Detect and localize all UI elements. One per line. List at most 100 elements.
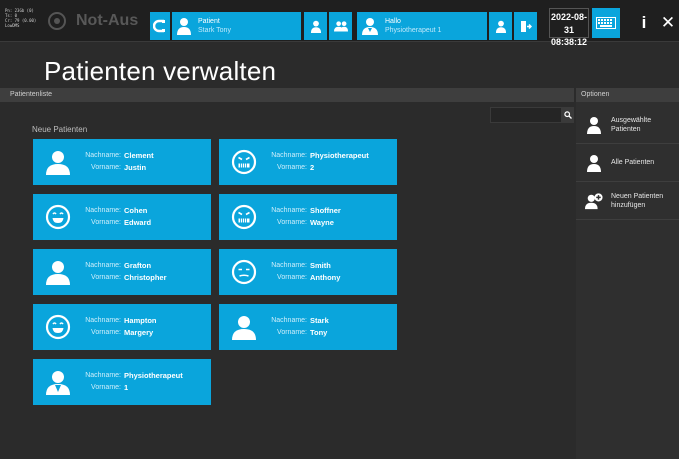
smile-face-icon (45, 204, 71, 230)
person-icon (495, 20, 506, 33)
patient-card[interactable]: Nachname: Smith Vorname: Anthony (219, 249, 397, 295)
lastname-label: Nachname: (271, 317, 307, 324)
firstname-label: Vorname: (91, 219, 121, 226)
patient-firstname: Anthony (310, 273, 341, 282)
person-icon (587, 154, 601, 172)
lastname-label: Nachname: (85, 372, 121, 379)
person-icon (231, 314, 257, 340)
firstname-label: Vorname: (91, 384, 121, 391)
patient-card[interactable]: Nachname: Hampton Vorname: Margery (33, 304, 211, 350)
angry-face-icon (231, 204, 257, 230)
patient-lastname: Shoffner (310, 206, 341, 215)
patient-lastname: Smith (310, 261, 331, 270)
not-aus-indicator: Not-Aus (48, 11, 138, 31)
user-profile-button[interactable] (489, 12, 512, 40)
patient-list-header: Patientenliste (0, 88, 574, 102)
option-selected-patients[interactable]: Ausgewählte Patienten (576, 106, 679, 144)
patient-lastname: Stark (310, 316, 329, 325)
patient-firstname: Edward (124, 218, 152, 227)
firstname-label: Vorname: (277, 219, 307, 226)
datetime-display: 2022-08-31 08:38:12 (549, 8, 589, 47)
greeting-title: Hallo (385, 18, 401, 25)
patient-name: Stark Tony (198, 27, 231, 34)
system-info: Pn: 23Gb (0) Ts: 0 Cr: 79 (0.00) LowDMS (5, 8, 36, 28)
smile-face-icon (45, 314, 71, 340)
angry-face-icon (231, 149, 257, 175)
lastname-label: Nachname: (271, 262, 307, 269)
options-header: Optionen (576, 88, 679, 102)
patient-title: Patient (198, 18, 220, 25)
logout-icon (520, 20, 532, 32)
patient-firstname: Tony (310, 328, 328, 337)
person-icon (310, 20, 321, 33)
patient-lastname: Grafton (124, 261, 152, 270)
option-label: Alle Patienten (611, 159, 655, 166)
option-add-patient[interactable]: Neuen Patienten hinzufügen (576, 182, 679, 220)
firstname-label: Vorname: (91, 329, 121, 336)
search-icon (564, 111, 572, 119)
keyboard-button[interactable] (592, 8, 620, 38)
search-input[interactable] (490, 107, 562, 123)
not-aus-label: Not-Aus (76, 12, 139, 29)
search-button[interactable] (562, 107, 574, 123)
lastname-label: Nachname: (85, 262, 121, 269)
option-all-patients[interactable]: Alle Patienten (576, 144, 679, 182)
firstname-label: Vorname: (277, 164, 307, 171)
patient-card[interactable]: Nachname: Shoffner Vorname: Wayne (219, 194, 397, 240)
person-icon (587, 116, 601, 134)
time-label: 08:38:12 (550, 37, 588, 47)
firstname-label: Vorname: (277, 274, 307, 281)
patient-firstname: Margery (124, 328, 154, 337)
person-icon (45, 149, 71, 175)
patient-list-button[interactable] (329, 12, 352, 40)
patient-card[interactable]: Nachname: Physiotherapeut Vorname: 2 (219, 139, 397, 185)
current-patient-tile[interactable]: Patient Stark Tony (172, 12, 301, 40)
patient-firstname: 1 (124, 383, 129, 392)
close-button[interactable]: ✕ (658, 8, 678, 38)
system-info-line: LowDMS (5, 23, 20, 28)
user-greeting-tile[interactable]: Hallo Physiotherapeut 1 (357, 12, 487, 40)
patient-lastname: Physiotherapeut (124, 371, 183, 380)
person-icon (177, 18, 191, 35)
lastname-label: Nachname: (85, 152, 121, 159)
person-icon (45, 259, 71, 285)
magnet-button[interactable] (150, 12, 170, 40)
group-icon (333, 21, 348, 32)
page-title: Patienten verwalten (44, 56, 277, 86)
doctor-icon (45, 369, 71, 395)
option-label: Ausgewählte Patienten (611, 116, 652, 133)
magnet-icon (153, 19, 165, 33)
info-button[interactable]: i (636, 8, 652, 38)
firstname-label: Vorname: (277, 329, 307, 336)
keyboard-icon (596, 17, 616, 29)
patient-card[interactable]: Nachname: Clement Vorname: Justin (33, 139, 211, 185)
patient-firstname: Christopher (124, 273, 167, 282)
lastname-label: Nachname: (85, 317, 121, 324)
patient-lastname: Cohen (124, 206, 148, 215)
add-patient-icon (585, 192, 603, 209)
lastname-label: Nachname: (271, 207, 307, 214)
patient-profile-button[interactable] (304, 12, 327, 40)
patient-lastname: Hampton (124, 316, 157, 325)
doctor-icon (362, 18, 378, 35)
neutral-face-icon (231, 259, 257, 285)
firstname-label: Vorname: (91, 274, 121, 281)
logout-button[interactable] (514, 12, 537, 40)
top-bar: Pn: 23Gb (0) Ts: 0 Cr: 79 (0.00) LowDMS … (0, 0, 679, 47)
patient-firstname: Justin (124, 163, 147, 172)
options-panel: Ausgewählte Patienten Alle Patienten Neu… (576, 102, 679, 459)
firstname-label: Vorname: (91, 164, 121, 171)
patient-card[interactable]: Nachname: Physiotherapeut Vorname: 1 (33, 359, 211, 405)
patient-card[interactable]: Nachname: Stark Vorname: Tony (219, 304, 397, 350)
user-name: Physiotherapeut 1 (385, 27, 442, 34)
patient-card[interactable]: Nachname: Cohen Vorname: Edward (33, 194, 211, 240)
lastname-label: Nachname: (85, 207, 121, 214)
patient-lastname: Clement (124, 151, 154, 160)
patient-lastname: Physiotherapeut (310, 151, 369, 160)
option-label: Neuen Patienten hinzufügen (611, 192, 664, 209)
patient-card[interactable]: Nachname: Grafton Vorname: Christopher (33, 249, 211, 295)
patient-firstname: 2 (310, 163, 315, 172)
patient-firstname: Wayne (310, 218, 334, 227)
date-label: 2022-08-31 (550, 12, 588, 35)
lastname-label: Nachname: (271, 152, 307, 159)
